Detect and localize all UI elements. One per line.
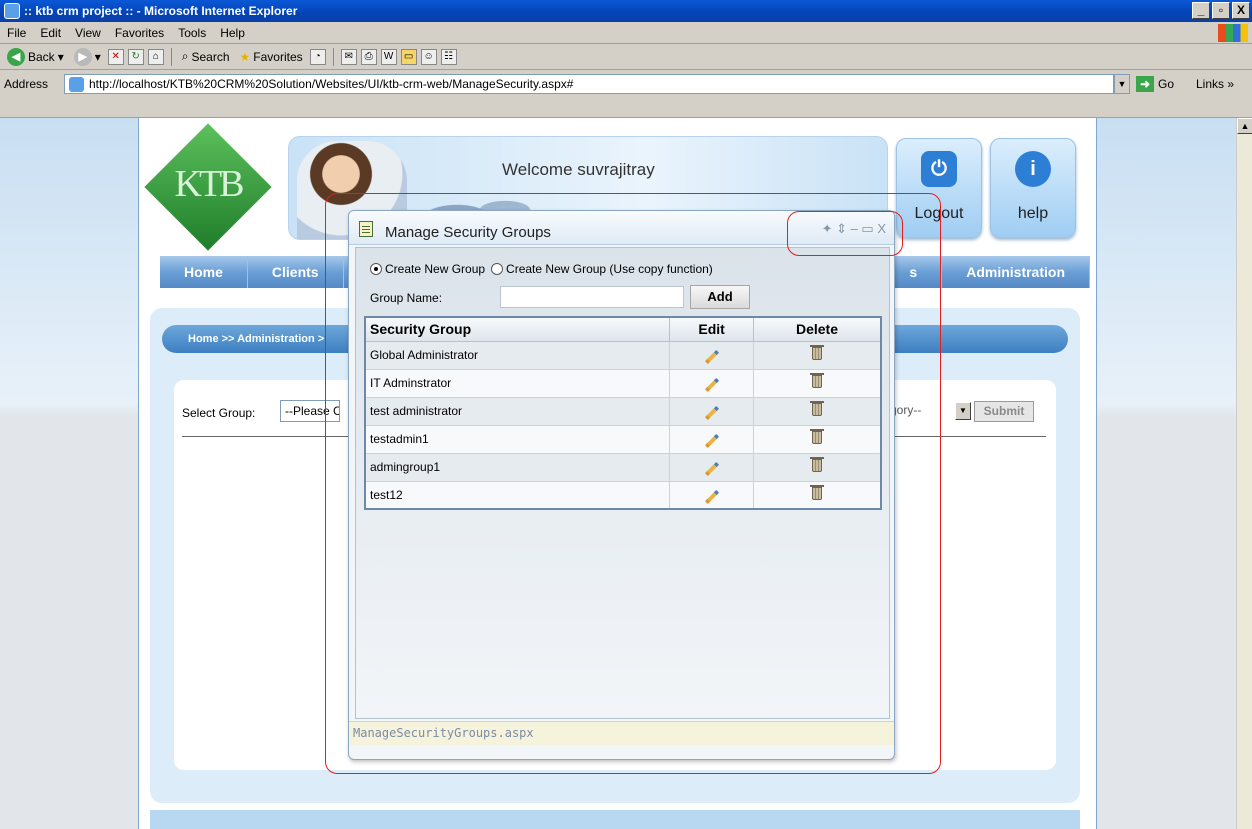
scroll-up-icon[interactable]: ▲ [1237, 118, 1252, 134]
menu-edit[interactable]: Edit [33, 26, 68, 40]
links-label: Links [1196, 77, 1225, 91]
favorites-button[interactable]: ★ Favorites [237, 50, 306, 64]
toolbar-separator [170, 47, 172, 66]
browser-toolbar: ◀ Back ▾ ▶ ▾ ✕ ↻ ⌂ ⌕ Search ★ Favorites … [0, 44, 1252, 70]
back-button[interactable]: ◀ Back ▾ [4, 47, 67, 66]
menu-tools[interactable]: Tools [171, 26, 213, 40]
menu-favorites[interactable]: Favorites [108, 26, 171, 40]
forward-arrow-icon: ▶ [73, 47, 92, 66]
links-button[interactable]: Links » [1196, 77, 1234, 91]
maximize-button[interactable]: ▫ [1212, 2, 1230, 19]
search-button[interactable]: ⌕ Search [179, 49, 233, 64]
go-button[interactable]: ➜ Go [1136, 76, 1174, 92]
folder-icon[interactable]: ▭ [400, 48, 417, 65]
footer-strip [150, 810, 1080, 829]
ie-icon [4, 3, 20, 19]
home-icon[interactable]: ⌂ [147, 48, 164, 65]
address-url: http://localhost/KTB%20CRM%20Solution/We… [89, 77, 574, 91]
ktb-logo-text: KTB [174, 163, 245, 205]
highlight-box-controls [787, 211, 903, 256]
select-group-label: Select Group: [182, 406, 256, 420]
search-label: Search [191, 49, 230, 64]
window-title-bar: :: ktb crm project :: - Microsoft Intern… [0, 0, 1252, 22]
menu-help[interactable]: Help [213, 26, 252, 40]
edit-icon[interactable]: W [380, 48, 397, 65]
stop-icon[interactable]: ✕ [107, 48, 124, 65]
power-icon: ⏻ [921, 151, 957, 187]
back-arrow-icon: ◀ [7, 47, 25, 66]
history-icon[interactable]: ◔ [309, 48, 326, 65]
address-dropdown[interactable]: ▼ [1114, 74, 1130, 94]
close-button[interactable]: X [1232, 2, 1250, 19]
nav-home[interactable]: Home [160, 256, 248, 288]
back-label: Back [28, 49, 55, 64]
welcome-text: Welcome suvrajitray [502, 160, 655, 179]
window-title: :: ktb crm project :: - Microsoft Intern… [24, 4, 298, 18]
toolbar-separator [332, 47, 334, 66]
help-button[interactable]: i help [990, 138, 1076, 238]
nav-administration[interactable]: Administration [942, 256, 1090, 288]
favorites-label: Favorites [253, 49, 303, 64]
go-arrow-icon: ➜ [1136, 76, 1154, 92]
search-icon: ⌕ [181, 49, 189, 63]
address-label: Address [4, 77, 49, 91]
page-background-left [0, 118, 138, 829]
menu-file[interactable]: File [0, 26, 33, 40]
info-icon: i [1015, 151, 1051, 187]
vertical-scrollbar[interactable]: ▲ [1236, 118, 1252, 829]
minimize-button[interactable]: _ [1192, 2, 1210, 19]
help-label: help [1017, 205, 1049, 222]
mail-icon[interactable]: ✉ [340, 48, 357, 65]
star-icon: ★ [239, 49, 251, 64]
menu-bar: File Edit View Favorites Tools Help [0, 22, 1252, 44]
messenger-icon[interactable]: ☺ [420, 48, 437, 65]
go-label: Go [1158, 77, 1175, 91]
print-icon[interactable]: ⎙ [360, 48, 377, 65]
category-dropdown-arrow-icon[interactable]: ▼ [955, 402, 971, 420]
refresh-icon[interactable]: ↻ [127, 48, 144, 65]
forward-button[interactable]: ▶ ▾ [71, 47, 104, 66]
address-bar: Address http://localhost/KTB%20CRM%20Sol… [0, 70, 1252, 118]
menu-view[interactable]: View [68, 26, 108, 40]
submit-button[interactable]: Submit [974, 401, 1034, 422]
address-input[interactable]: http://localhost/KTB%20CRM%20Solution/We… [64, 74, 1114, 94]
page-background-right [1097, 118, 1236, 829]
research-icon[interactable]: ☷ [440, 48, 457, 65]
highlight-box-dialog [325, 193, 941, 774]
windows-logo-icon [1218, 24, 1248, 42]
page-icon [69, 77, 84, 92]
